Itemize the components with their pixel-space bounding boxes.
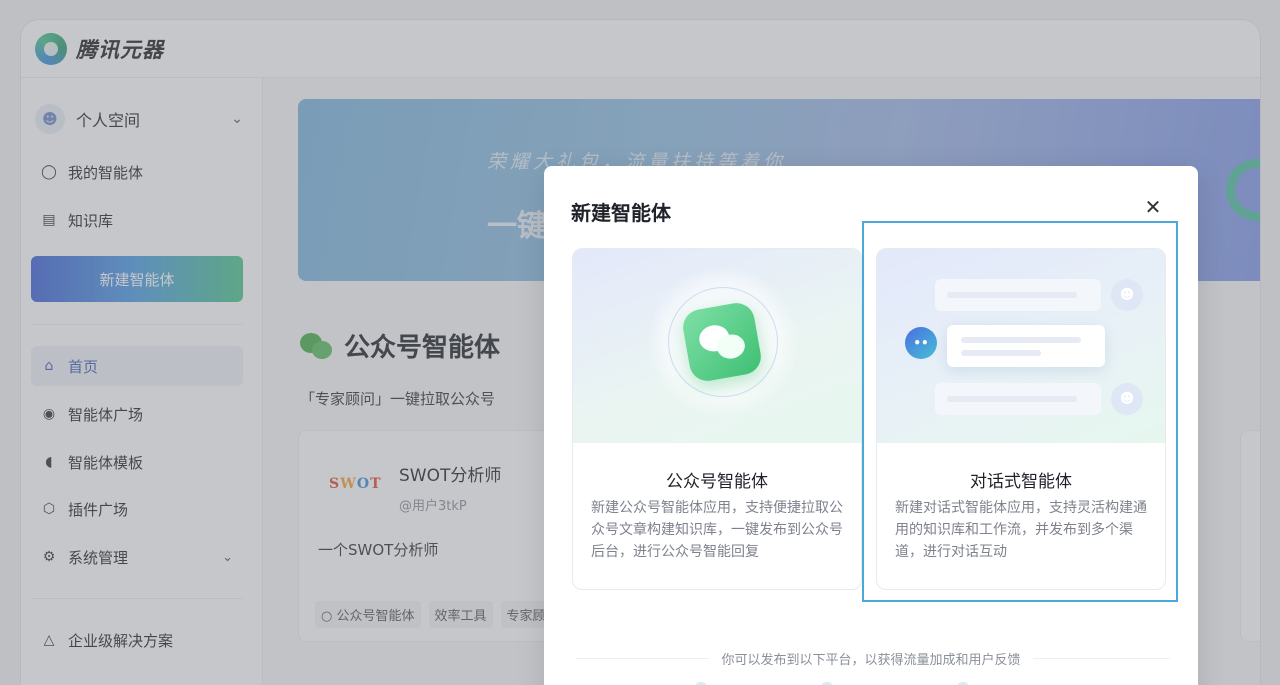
new-agent-dialog: 新建智能体 ✕ 公众号智能体 新建公众号智能体应用，支持便捷拉取公众号文章构建知… <box>544 166 1198 685</box>
platform-icons <box>694 678 1074 685</box>
wechat-app-icon <box>680 300 764 384</box>
option-title: 对话式智能体 <box>970 472 1072 492</box>
close-icon[interactable]: ✕ <box>1142 196 1164 218</box>
option-title: 公众号智能体 <box>666 472 768 492</box>
bot-icon: •• <box>905 327 937 359</box>
option-description: 新建公众号智能体应用，支持便捷拉取公众号文章构建知识库，一键发布到公众号后台，进… <box>591 500 843 560</box>
option-illustration <box>573 249 861 443</box>
user-avatar-icon: ☻ <box>1111 383 1143 415</box>
option-wechat-agent[interactable]: 公众号智能体 新建公众号智能体应用，支持便捷拉取公众号文章构建知识库，一键发布到… <box>572 248 862 590</box>
option-description: 新建对话式智能体应用，支持灵活构建通用的知识库和工作流，并发布到多个渠道，进行对… <box>895 500 1147 560</box>
option-chat-agent[interactable]: ☻ •• ☻ 对话式智能体 新建对话式智能体应用，支持灵活构建通用的知识库和工作… <box>876 248 1166 590</box>
dialog-title: 新建智能体 <box>571 201 671 225</box>
user-avatar-icon: ☻ <box>1111 279 1143 311</box>
publish-hint: 你可以发布到以下平台，以获得流量加成和用户反馈 <box>544 649 1198 668</box>
option-illustration: ☻ •• ☻ <box>877 249 1165 443</box>
